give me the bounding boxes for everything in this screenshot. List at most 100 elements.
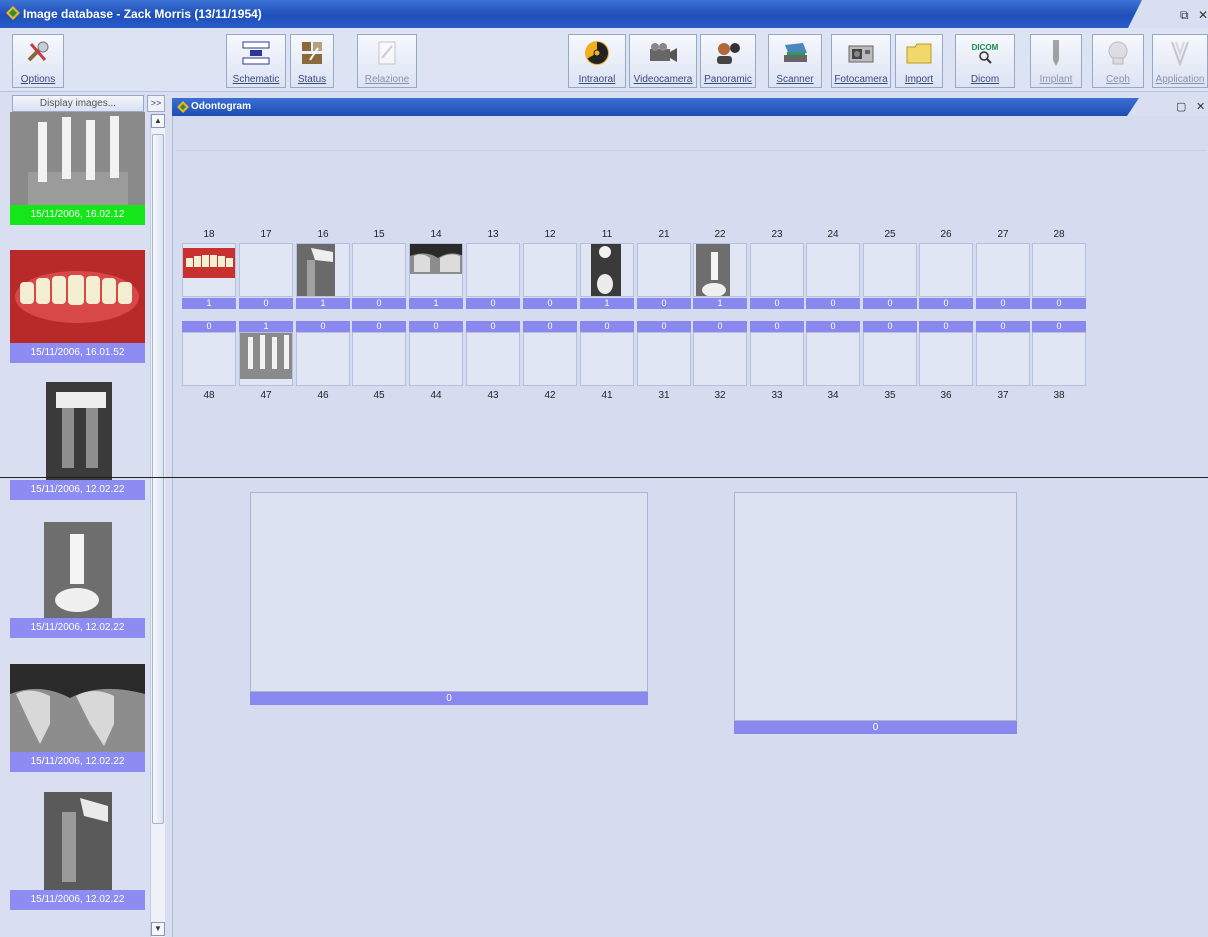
tooth-slot-17[interactable]	[239, 243, 293, 297]
tooth-slot-45[interactable]	[352, 332, 406, 386]
scroll-down-icon[interactable]: ▼	[151, 922, 165, 936]
tooth-number: 31	[658, 390, 670, 401]
scanner-button[interactable]: Scanner	[768, 34, 822, 88]
tooth-slot-23[interactable]	[750, 243, 804, 297]
collapse-panel-button[interactable]: >>	[147, 95, 165, 112]
thumbnail-item[interactable]: 15/11/2006, 12.02.22	[10, 792, 145, 910]
tooth-slot-44[interactable]	[409, 332, 463, 386]
tooth-slot-28[interactable]	[1032, 243, 1086, 297]
tooth-number: 24	[827, 229, 839, 240]
tooth-image-count: 0	[1032, 298, 1086, 309]
tooth-number: 35	[884, 390, 896, 401]
tooth-image-count: 0	[523, 298, 577, 309]
tooth-number: 37	[997, 390, 1009, 401]
tooth-number: 33	[771, 390, 783, 401]
thumbnail-item[interactable]: 15/11/2006, 16.01.52	[10, 250, 145, 363]
thumbnail-scrollbar[interactable]: ▲ ▼	[150, 114, 165, 937]
schematic-grid-icon	[240, 38, 272, 68]
tools-icon	[22, 38, 54, 68]
tooth-number: 36	[940, 390, 952, 401]
schematic-button[interactable]: Schematic	[226, 34, 286, 88]
tooth-slot-38[interactable]	[1032, 332, 1086, 386]
tooth-slot-48[interactable]	[182, 332, 236, 386]
tooth-image-count: 0	[863, 321, 917, 332]
thumbnail-item[interactable]: 15/11/2006, 12.02.22	[10, 520, 145, 638]
ceph-button[interactable]: Ceph	[1092, 34, 1144, 88]
tooth-slot-25[interactable]	[863, 243, 917, 297]
videocamera-icon	[647, 38, 679, 68]
tooth-slot-46[interactable]	[296, 332, 350, 386]
svg-text:DICOM: DICOM	[972, 43, 999, 52]
tooth-slot-15[interactable]	[352, 243, 406, 297]
tooth-image-count: 0	[919, 298, 973, 309]
thumbnail-item[interactable]: 15/11/2006, 12.02.22	[10, 382, 145, 500]
tooth-slot-41[interactable]	[580, 332, 634, 386]
tooth-slot-33[interactable]	[750, 332, 804, 386]
thumbnail-date: 15/11/2006, 16.02.12	[10, 205, 145, 225]
tooth-slot-22[interactable]	[693, 243, 747, 297]
display-images-button[interactable]: Display images...	[12, 95, 144, 112]
tooth-number: 43	[487, 390, 499, 401]
scroll-up-icon[interactable]: ▲	[151, 114, 165, 128]
close-icon[interactable]: ✕	[1198, 8, 1208, 22]
tooth-number: 42	[544, 390, 556, 401]
tooth-image-count: 0	[182, 321, 236, 332]
relazione-button[interactable]: Relazione	[357, 34, 417, 88]
tooth-number: 28	[1053, 229, 1065, 240]
intraoral-button[interactable]: Intraoral	[568, 34, 626, 88]
tooth-slot-24[interactable]	[806, 243, 860, 297]
application-icon	[1164, 38, 1196, 68]
tooth-slot-37[interactable]	[976, 332, 1030, 386]
tooth-slot-21[interactable]	[637, 243, 691, 297]
videocamera-button[interactable]: Videocamera	[629, 34, 697, 88]
preview-pane-left[interactable]	[250, 492, 648, 692]
tooth-slot-14[interactable]	[409, 243, 463, 297]
tooth-number: 41	[601, 390, 613, 401]
restore-icon[interactable]: ⧉	[1180, 8, 1189, 23]
tooth-number: 38	[1053, 390, 1065, 401]
tooth-slot-31[interactable]	[637, 332, 691, 386]
tooth-image-count: 0	[466, 321, 520, 332]
tooth-slot-11[interactable]	[580, 243, 634, 297]
tooth-image-count: 1	[409, 298, 463, 309]
tooth-slot-16[interactable]	[296, 243, 350, 297]
tooth-slot-43[interactable]	[466, 332, 520, 386]
folder-icon	[903, 38, 935, 68]
tooth-slot-36[interactable]	[919, 332, 973, 386]
tooth-number: 23	[771, 229, 783, 240]
panoramic-button[interactable]: Panoramic	[700, 34, 756, 88]
tooth-slot-13[interactable]	[466, 243, 520, 297]
thumbnail-date: 15/11/2006, 16.01.52	[10, 343, 145, 363]
dicom-button[interactable]: DICOM Dicom	[955, 34, 1015, 88]
title-bar: Image database - Zack Morris (13/11/1954…	[0, 0, 1208, 28]
implant-button[interactable]: Implant	[1030, 34, 1082, 88]
split-divider[interactable]	[0, 477, 1208, 478]
preview-left-count: 0	[250, 692, 648, 705]
tooth-slot-47[interactable]	[239, 332, 293, 386]
ceph-skull-icon	[1102, 38, 1134, 68]
tooth-slot-32[interactable]	[693, 332, 747, 386]
maximize-icon[interactable]: ▢	[1176, 100, 1186, 113]
tooth-number: 17	[260, 229, 272, 240]
tooth-image-count: 0	[976, 298, 1030, 309]
odontogram-close-icon[interactable]: ✕	[1196, 100, 1205, 113]
scroll-thumb[interactable]	[152, 134, 164, 824]
tooth-image-count: 0	[693, 321, 747, 332]
tooth-slot-18[interactable]	[182, 243, 236, 297]
tooth-slot-42[interactable]	[523, 332, 577, 386]
tooth-image-count: 0	[409, 321, 463, 332]
panoramic-person-icon	[712, 38, 744, 68]
tooth-slot-34[interactable]	[806, 332, 860, 386]
thumbnail-item[interactable]: 15/11/2006, 12.02.22	[10, 664, 145, 772]
tooth-slot-35[interactable]	[863, 332, 917, 386]
tooth-slot-26[interactable]	[919, 243, 973, 297]
tooth-slot-27[interactable]	[976, 243, 1030, 297]
preview-pane-right[interactable]	[734, 492, 1017, 721]
application-button[interactable]: Application	[1152, 34, 1208, 88]
tooth-slot-12[interactable]	[523, 243, 577, 297]
import-button[interactable]: Import	[895, 34, 943, 88]
options-button[interactable]: Options	[12, 34, 64, 88]
thumbnail-item[interactable]: 15/11/2006, 16.02.12	[10, 112, 145, 225]
fotocamera-button[interactable]: Fotocamera	[831, 34, 891, 88]
status-button[interactable]: Status	[290, 34, 334, 88]
